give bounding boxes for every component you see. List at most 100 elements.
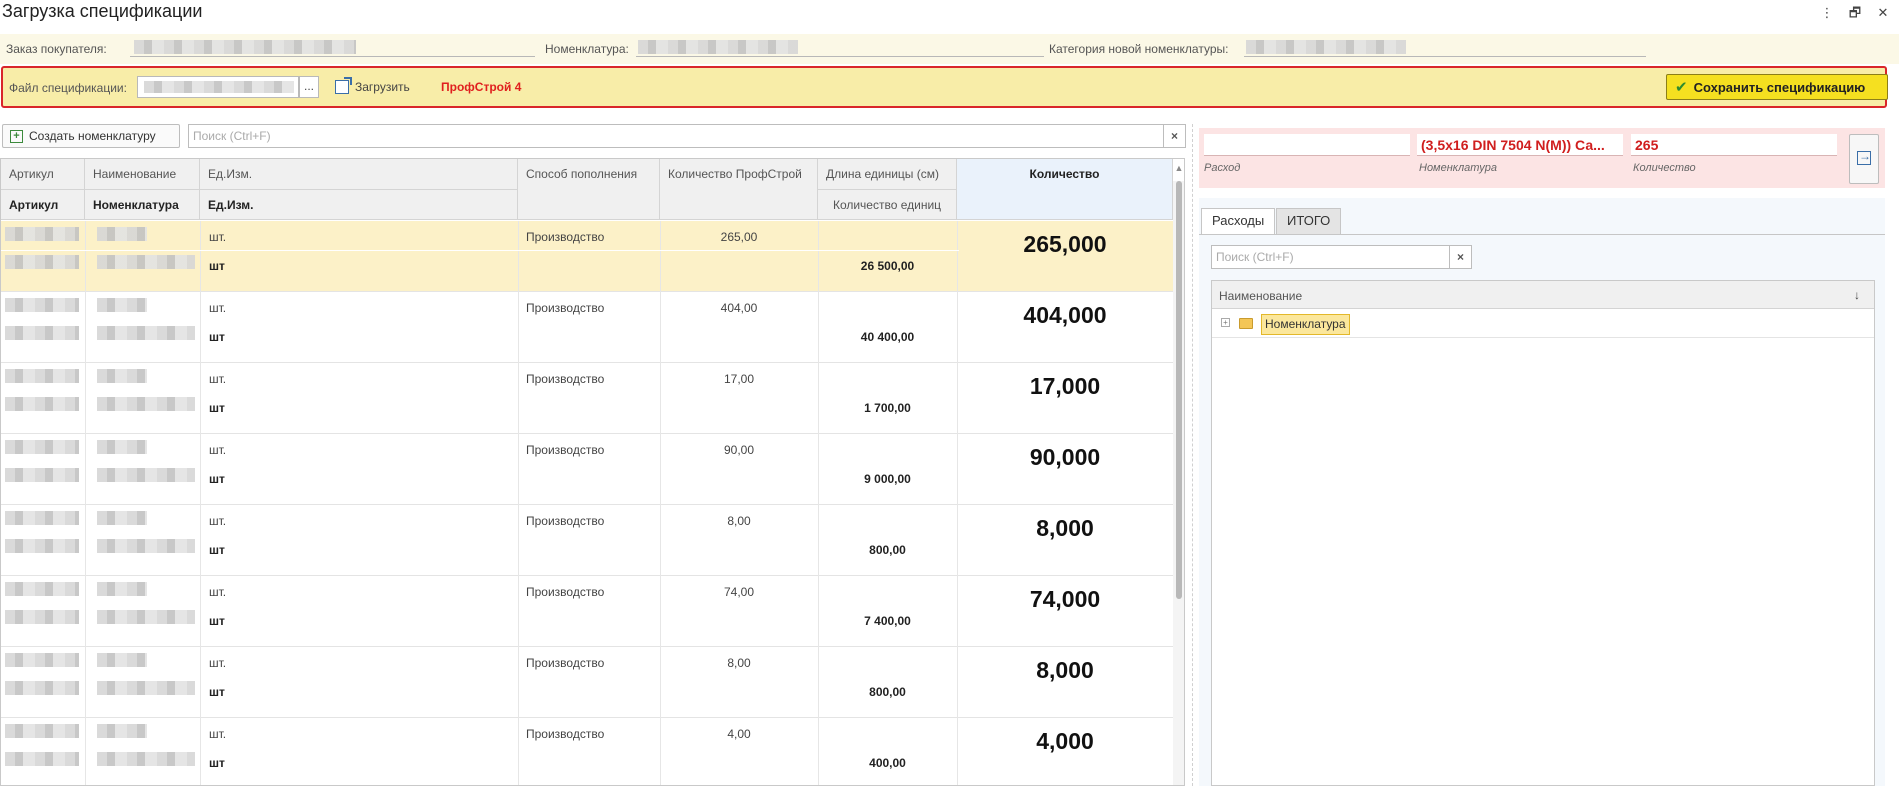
more-icon[interactable]: ⋮: [1818, 4, 1836, 22]
tree-node-label[interactable]: Номенклатура: [1261, 314, 1350, 335]
article-2-cell: [5, 539, 79, 553]
col-unit-2[interactable]: Ед.Изм.: [200, 190, 518, 220]
tree-search-clear-icon[interactable]: ×: [1450, 245, 1472, 269]
table-row[interactable]: шт. шт Производство 8,00 800,00 8,000: [1, 505, 1173, 576]
name-cell: [97, 298, 147, 312]
nomenclature-cell: [97, 397, 195, 411]
article-cell: [5, 724, 79, 738]
category-field-underline: [1244, 56, 1646, 57]
col-method[interactable]: Способ пополнения: [518, 159, 660, 220]
article-2-cell: [5, 610, 79, 624]
checkmark-icon: ✔: [1675, 79, 1688, 96]
quantity-cell: 8,000: [1036, 515, 1094, 541]
scrollbar-thumb[interactable]: [1176, 181, 1182, 599]
col-quantity[interactable]: Количество: [957, 159, 1173, 220]
panel-separator: [1192, 124, 1193, 786]
cell-divider: [818, 647, 819, 718]
unit-cell: шт.: [209, 514, 227, 528]
upload-icon: [335, 77, 352, 94]
load-button[interactable]: Загрузить: [335, 77, 410, 97]
nomenclature-field[interactable]: [638, 40, 798, 54]
method-cell: Производство: [526, 727, 605, 741]
close-icon[interactable]: ✕: [1874, 4, 1892, 22]
col-article-2[interactable]: Артикул: [1, 190, 85, 220]
brand-label: ПрофСтрой 4: [441, 80, 522, 94]
unit-count-cell: 7 400,00: [864, 614, 911, 628]
scroll-up-icon[interactable]: ▲: [1173, 163, 1184, 179]
header-fields: Заказ покупателя: Номенклатура: Категори…: [0, 34, 1899, 64]
quantity-value-field[interactable]: 265: [1631, 134, 1837, 156]
transfer-icon: [1857, 149, 1871, 165]
cell-divider: [957, 434, 958, 505]
table-scrollbar[interactable]: [1173, 181, 1184, 785]
method-cell: Производство: [526, 230, 605, 244]
table-row[interactable]: шт. шт Производство 90,00 9 000,00 90,000: [1, 434, 1173, 505]
col-qty-profstroy[interactable]: Количество ПрофСтрой: [660, 159, 818, 220]
table-row[interactable]: шт. шт Производство 74,00 7 400,00 74,000: [1, 576, 1173, 647]
spec-browse-button[interactable]: ...: [299, 76, 319, 98]
nomenclature-cell: [97, 610, 195, 624]
article-cell: [5, 227, 79, 241]
spec-table: Артикул Наименование Ед.Изм. Артикул Ном…: [0, 158, 1185, 786]
article-2-cell: [5, 468, 79, 482]
title-bar: Загрузка спецификации ⋮ 🗗 ✕: [0, 0, 1899, 26]
window-title: Загрузка спецификации: [2, 1, 203, 21]
unit-count-cell: 26 500,00: [860, 259, 915, 273]
cell-divider: [200, 221, 201, 292]
col-unit-count[interactable]: Количество единиц: [818, 190, 957, 220]
sort-down-icon[interactable]: ↓: [1854, 288, 1860, 302]
save-spec-button[interactable]: ✔ Сохранить спецификацию: [1666, 74, 1888, 100]
nomenclature-value-field[interactable]: (3,5x16 DIN 7504 N(M)) Са...: [1417, 134, 1623, 156]
expense-field[interactable]: [1204, 134, 1410, 156]
create-nomenclature-button[interactable]: + Создать номенклатуру: [2, 124, 180, 148]
unit-2-cell: шт: [209, 756, 225, 770]
nomenclature-cell: [97, 752, 195, 766]
table-row[interactable]: шт. шт Производство 265,00 26 500,00 265,000: [1, 221, 1173, 292]
table-row[interactable]: шт. шт Производство 4,00 400,00 4,000: [1, 718, 1173, 785]
spec-file-input[interactable]: [137, 76, 299, 98]
expand-icon[interactable]: +: [1221, 318, 1230, 327]
cell-divider: [200, 363, 201, 434]
cell-divider: [957, 718, 958, 785]
col-nomenclature[interactable]: Номенклатура: [85, 190, 200, 220]
tree-header[interactable]: Наименование ↓: [1212, 281, 1874, 309]
tab-total[interactable]: ИТОГО: [1276, 208, 1342, 234]
table-row[interactable]: шт. шт Производство 17,00 1 700,00 17,000: [1, 363, 1173, 434]
unit-2-cell: шт: [209, 330, 225, 344]
nomenclature-cell: [97, 539, 195, 553]
method-cell: Производство: [526, 585, 605, 599]
cell-divider: [85, 221, 86, 292]
tree-search-input[interactable]: Поиск (Ctrl+F): [1211, 245, 1450, 269]
cell-divider: [518, 505, 519, 576]
unit-count-cell: 40 400,00: [860, 330, 915, 344]
col-unit[interactable]: Ед.Изм.: [200, 159, 518, 190]
col-article[interactable]: Артикул: [1, 159, 85, 190]
order-label: Заказ покупателя:: [6, 42, 107, 56]
col-name[interactable]: Наименование: [85, 159, 200, 190]
cell-divider: [85, 363, 86, 434]
method-cell: Производство: [526, 301, 605, 315]
col-unit-length[interactable]: Длина единицы (см): [818, 159, 957, 190]
search-clear-icon[interactable]: ×: [1164, 124, 1186, 148]
nomenclature-field-underline: [636, 56, 1044, 57]
cell-divider: [957, 363, 958, 434]
table-row[interactable]: шт. шт Производство 8,00 800,00 8,000: [1, 647, 1173, 718]
cell-divider: [518, 363, 519, 434]
category-field[interactable]: [1246, 40, 1406, 54]
table-row[interactable]: шт. шт Производство 404,00 40 400,00 404,000: [1, 292, 1173, 363]
unit-2-cell: шт: [209, 401, 225, 415]
cell-divider: [85, 718, 86, 785]
transfer-button[interactable]: [1849, 134, 1879, 184]
tabs-divider: [1199, 234, 1885, 235]
nomenclature-caption: Номенклатура: [1419, 162, 1497, 174]
tree-row[interactable]: + Номенклатура: [1212, 310, 1874, 338]
cell-divider: [957, 505, 958, 576]
unit-2-cell: шт: [209, 685, 225, 699]
search-input[interactable]: Поиск (Ctrl+F): [188, 124, 1164, 148]
cell-divider: [818, 576, 819, 647]
folder-icon: [1239, 318, 1253, 329]
tab-expenses[interactable]: Расходы: [1201, 208, 1276, 234]
restore-icon[interactable]: 🗗: [1846, 4, 1864, 22]
quantity-caption: Количество: [1633, 162, 1696, 174]
order-field[interactable]: [134, 40, 356, 54]
